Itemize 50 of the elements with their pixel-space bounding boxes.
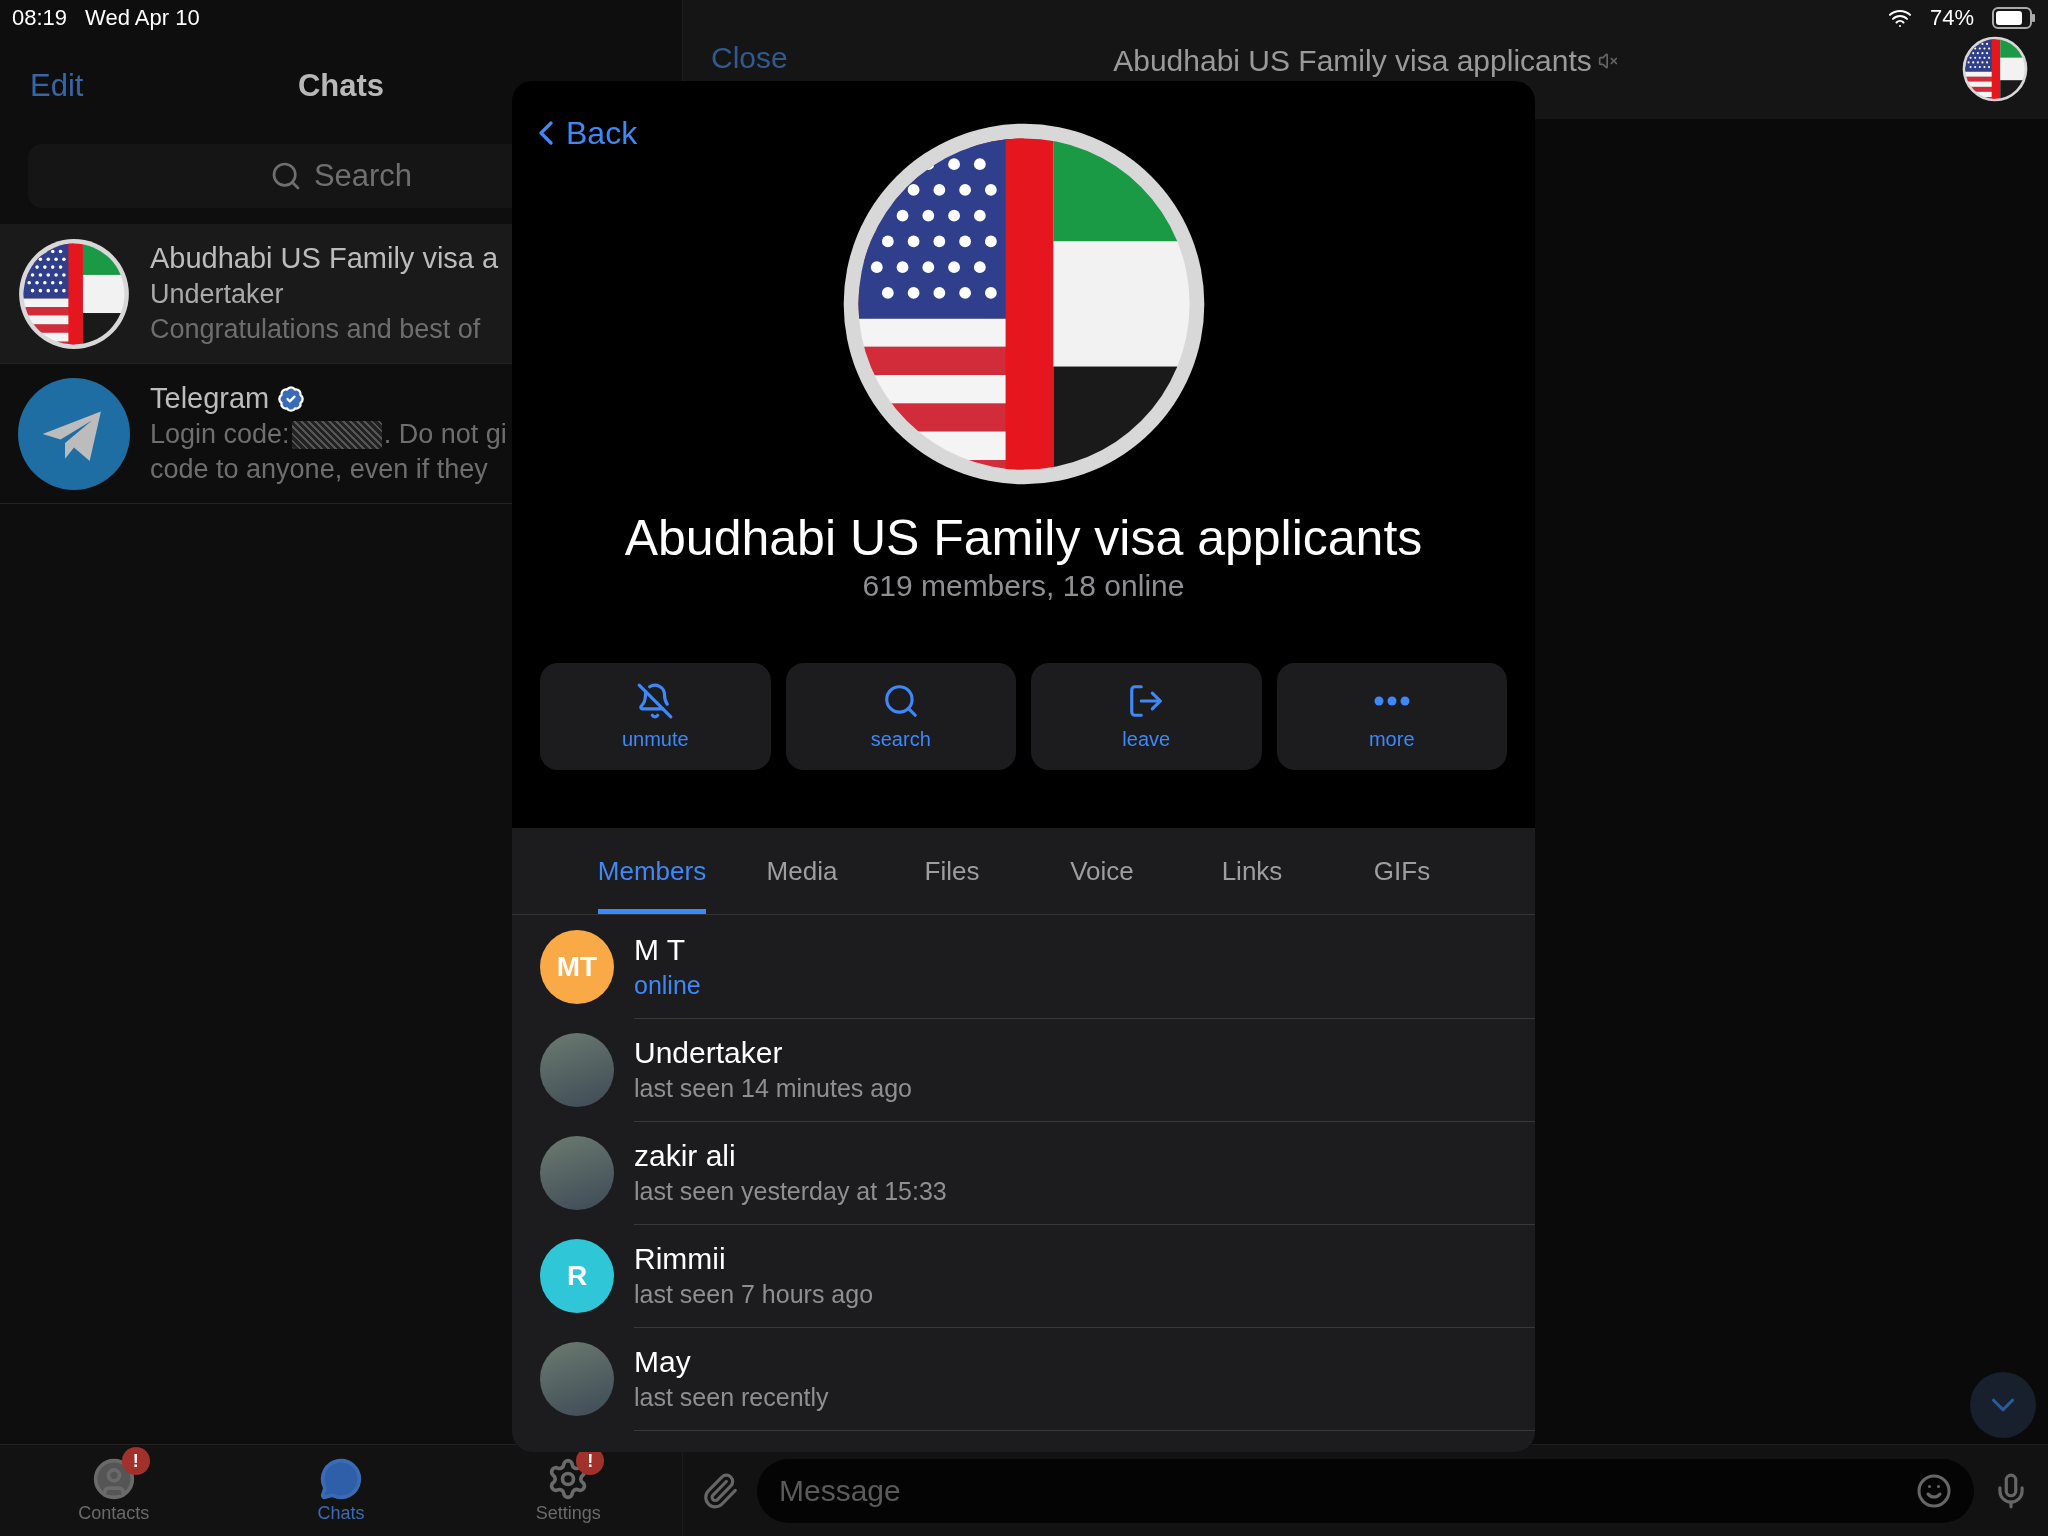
- attach-icon[interactable]: [701, 1471, 739, 1510]
- action-button[interactable]: search: [785, 663, 1016, 770]
- bell-off-icon: [636, 682, 675, 720]
- tab-bar-item[interactable]: Chats: [227, 1445, 455, 1536]
- chat-preview: code to anyone, even if they: [150, 454, 489, 485]
- member-status: last seen 14 minutes ago: [634, 1073, 913, 1103]
- chat-preview: Congratulations and best of: [150, 314, 482, 345]
- chat-bubbles-icon: [319, 1457, 363, 1501]
- chat-preview: . Do not gi: [383, 419, 507, 450]
- tab-label: Chats: [317, 1503, 365, 1524]
- chat-preview: Login code:: [150, 419, 290, 450]
- chat-title: Abudhabi US Family visa a: [150, 242, 499, 275]
- flag-avatar: [1962, 36, 2028, 102]
- tab-label: Settings: [535, 1503, 601, 1524]
- member-name: M T: [634, 932, 687, 967]
- chat-sender: Undertaker: [150, 279, 285, 310]
- media-tab[interactable]: Voice: [1070, 828, 1134, 914]
- tab-bar-item[interactable]: ! Contacts: [0, 1445, 228, 1536]
- more-icon: [1373, 696, 1410, 706]
- media-tab[interactable]: Files: [924, 828, 980, 914]
- initials-avatar: R: [540, 1238, 614, 1313]
- media-tab[interactable]: Members: [597, 828, 707, 914]
- alert-badge: !: [121, 1447, 150, 1475]
- chat-title: Abudhabi US Family visa applicants: [1113, 44, 1592, 78]
- action-button[interactable]: unmute: [540, 663, 771, 770]
- action-button[interactable]: leave: [1031, 663, 1262, 770]
- media-tab[interactable]: Links: [1221, 828, 1283, 914]
- status-time: 08:19: [12, 5, 68, 31]
- group-name: Abudhabi US Family visa applicants: [624, 509, 1423, 568]
- battery-percent: 74%: [1929, 5, 1974, 31]
- member-status: online: [634, 970, 702, 1000]
- edit-link[interactable]: Edit: [30, 68, 84, 104]
- member-name: Rimmii: [634, 1241, 727, 1276]
- action-button[interactable]: more: [1276, 663, 1507, 770]
- emoji-icon[interactable]: [1916, 1472, 1952, 1509]
- initials-avatar: MT: [540, 929, 614, 1004]
- chats-title: Chats: [297, 68, 385, 104]
- status-date: Wed Apr 10: [85, 5, 200, 31]
- media-tab[interactable]: GIFs: [1373, 828, 1431, 914]
- tab-label: Contacts: [78, 1503, 150, 1524]
- member-status: last seen recently: [634, 1382, 830, 1412]
- member-count: 619 members, 18 online: [862, 568, 1185, 604]
- battery-icon: [1992, 7, 2036, 29]
- member-name: May: [634, 1344, 692, 1379]
- media-tab[interactable]: Media: [766, 828, 838, 914]
- chat-title: Telegram: [150, 382, 270, 415]
- member-name: zakir ali: [634, 1138, 737, 1173]
- member-status: last seen yesterday at 15:33: [634, 1176, 948, 1206]
- member-status: last seen 7 hours ago: [634, 1279, 875, 1309]
- member-name: Undertaker: [634, 1035, 784, 1070]
